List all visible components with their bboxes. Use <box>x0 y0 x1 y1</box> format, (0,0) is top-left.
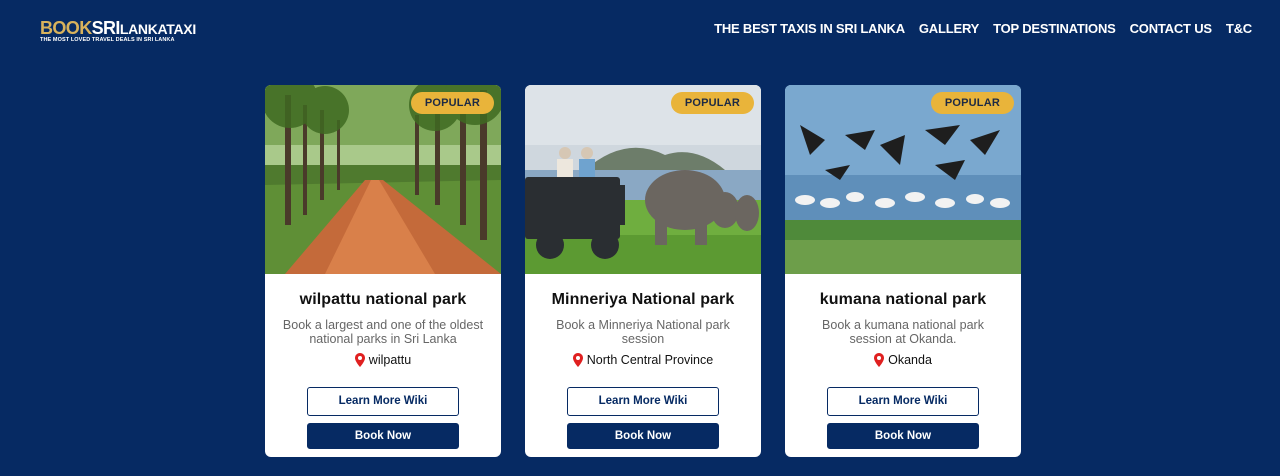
card-title: Minneriya National park <box>551 291 735 308</box>
destination-card: POPULAR kumana national park Book a kuma… <box>785 85 1021 457</box>
popular-badge: POPULAR <box>930 92 1014 114</box>
location-text: Okanda <box>888 353 932 367</box>
card-description: Book a kumana national park session at O… <box>822 318 984 346</box>
nav-best-taxis[interactable]: THE BEST TAXIS IN SRI LANKA <box>714 21 905 36</box>
book-now-button[interactable]: Book Now <box>827 423 979 449</box>
card-description: Book a Minneriya National park session <box>556 318 730 346</box>
location-pin-icon <box>572 353 583 367</box>
destination-card: POPULAR Minneriya National park Book a M… <box>525 85 761 457</box>
destination-card: POPULAR wilpattu national park Book a la… <box>265 85 501 457</box>
logo-tagline: THE MOST LOVED TRAVEL DEALS IN SRI LANKA <box>40 37 175 43</box>
logo-lankataxi: LANKATAXI <box>119 21 196 37</box>
nav-top-destinations[interactable]: TOP DESTINATIONS <box>993 21 1116 36</box>
learn-more-button[interactable]: Learn More Wiki <box>307 387 459 416</box>
location-pin-icon <box>874 353 885 367</box>
card-description: Book a largest and one of the oldest nat… <box>282 318 484 346</box>
nav-terms[interactable]: T&C <box>1226 21 1252 36</box>
location-pin-icon <box>354 353 365 367</box>
card-location: Okanda <box>801 353 1005 367</box>
brand-logo[interactable]: BOOKSRILANKATAXI THE MOST LOVED TRAVEL D… <box>40 19 196 44</box>
card-title: kumana national park <box>819 291 987 308</box>
logo-book: BOOK <box>40 18 92 38</box>
book-now-button[interactable]: Book Now <box>567 423 719 449</box>
destination-cards: POPULAR wilpattu national park Book a la… <box>265 85 1021 457</box>
location-text: North Central Province <box>586 353 714 367</box>
nav-gallery[interactable]: GALLERY <box>919 21 979 36</box>
learn-more-button[interactable]: Learn More Wiki <box>827 387 979 416</box>
logo-sri: SRI <box>91 18 121 38</box>
logo-wordmark: BOOKSRILANKATAXI <box>40 19 196 37</box>
card-location: wilpattu <box>281 353 485 367</box>
location-text: wilpattu <box>368 353 412 367</box>
main-nav: THE BEST TAXIS IN SRI LANKA GALLERY TOP … <box>714 21 1252 36</box>
card-location: North Central Province <box>541 353 745 367</box>
popular-badge: POPULAR <box>670 92 754 114</box>
book-now-button[interactable]: Book Now <box>307 423 459 449</box>
popular-badge: POPULAR <box>410 92 494 114</box>
nav-contact-us[interactable]: CONTACT US <box>1130 21 1212 36</box>
learn-more-button[interactable]: Learn More Wiki <box>567 387 719 416</box>
card-title: wilpattu national park <box>299 291 467 308</box>
